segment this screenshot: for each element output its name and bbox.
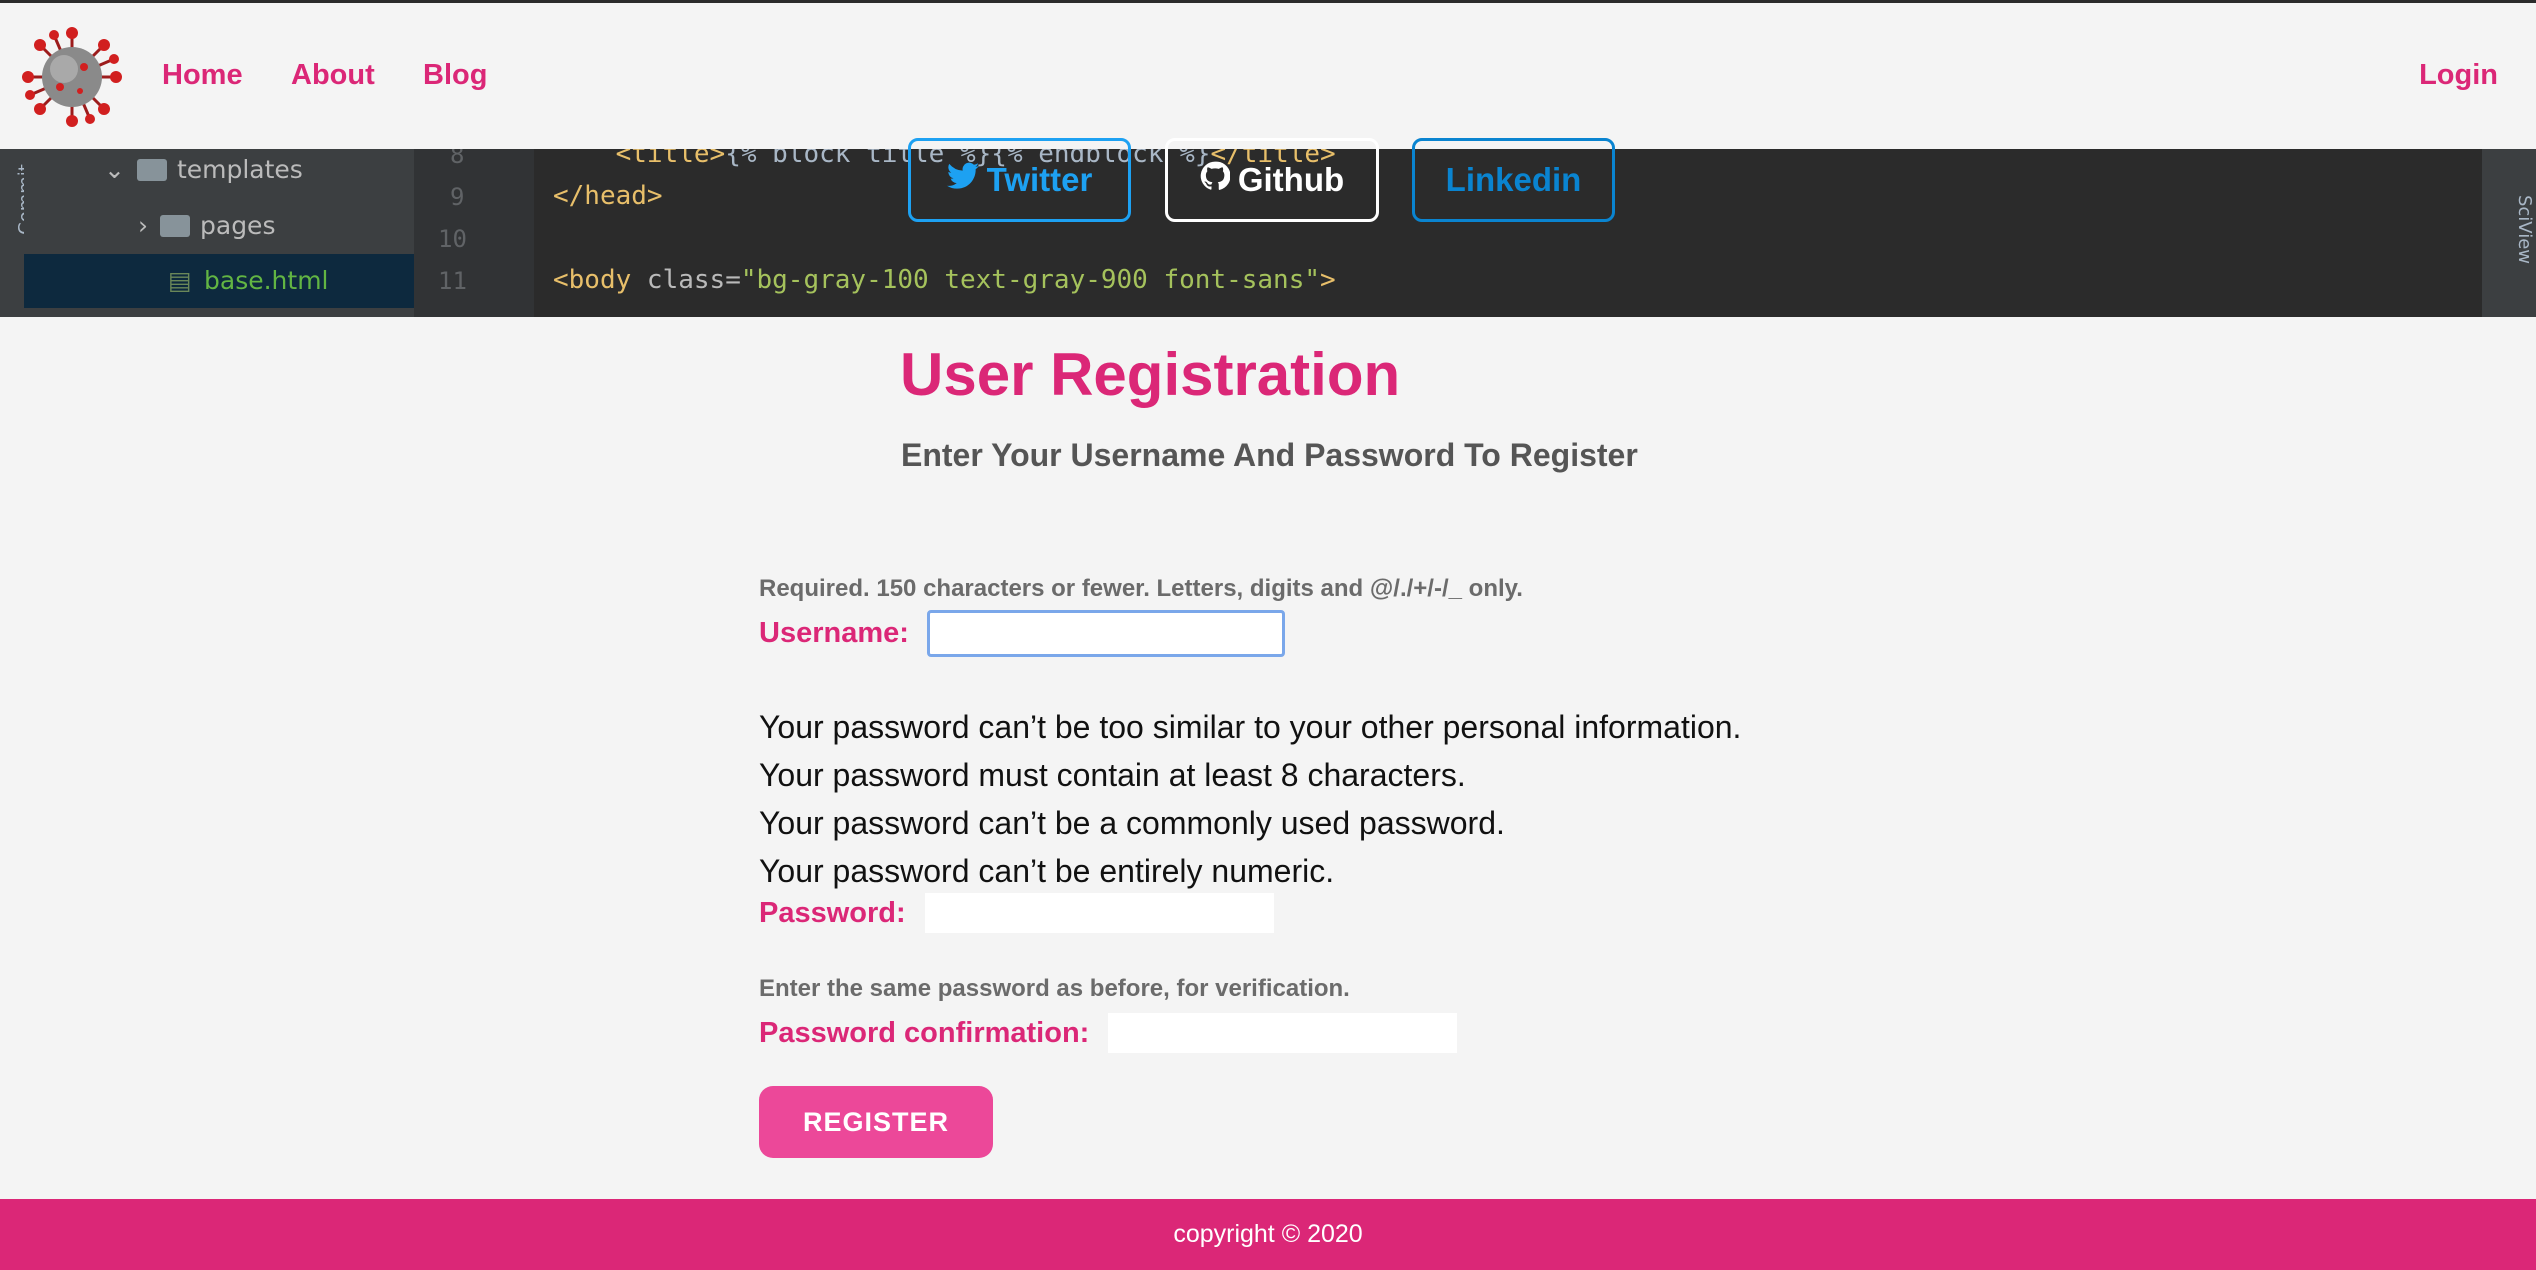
page-footer: copyright © 2020 [0,1199,2536,1270]
username-label: Username: [759,617,909,649]
nav-login-link[interactable]: Login [2419,59,2498,92]
twitter-button[interactable]: Twitter [908,138,1131,222]
password-input[interactable] [925,893,1274,933]
tree-item-templates: ⌄ templates [104,155,303,184]
nav-blog-link[interactable]: Blog [423,59,487,92]
password-confirm-input[interactable] [1108,1013,1457,1053]
tree-item-base-html: ▤ base.html [24,254,414,308]
username-input[interactable] [927,610,1285,657]
code-token: </head> [553,181,663,211]
copyright-text: copyright © 2020 [1173,1220,1363,1248]
password-rule: Your password can’t be too similar to yo… [759,709,1742,745]
tree-item-pages: › pages [138,211,275,240]
tree-item-label: base.html [204,266,329,295]
page-subtitle: Enter Your Username And Password To Regi… [901,437,1638,473]
github-button-label: Github [1237,161,1345,198]
twitter-button-label: Twitter [986,161,1093,198]
chevron-down-icon: ⌄ [104,155,125,184]
password-confirm-help-text: Enter the same password as before, for v… [759,975,1350,1002]
line-number: 9 [450,183,465,211]
password-confirm-label: Password confirmation: [759,1017,1090,1049]
ide-commit-strip: Commit [0,149,36,317]
nav-home-link[interactable]: Home [162,59,243,92]
twitter-bird-icon [946,162,979,198]
code-token: <title> [553,149,726,169]
code-line-9: </head> [553,181,663,211]
page-title: User Registration [900,341,1401,408]
line-number: 8 [450,149,465,169]
password-rule: Your password must contain at least 8 ch… [759,757,1466,793]
github-icon [1200,161,1231,199]
folder-icon [160,215,190,237]
tree-item-label: templates [176,155,303,184]
linkedin-button[interactable]: Linkedin [1412,138,1615,222]
folder-icon [136,159,167,181]
code-token: <body [553,265,647,295]
code-token: > [1320,265,1336,295]
chevron-right-icon: › [138,211,148,240]
password-rules-list: Your password can’t be too similar to yo… [759,703,1741,895]
linkedin-button-label: Linkedin [1445,161,1582,198]
top-navbar: Home About Blog Login [0,3,2536,149]
github-button[interactable]: Github [1165,138,1379,222]
nav-about-link[interactable]: About [291,59,375,92]
username-help-text: Required. 150 characters or fewer. Lette… [759,575,1523,602]
line-number: 10 [438,225,467,253]
register-button[interactable]: REGISTER [759,1086,993,1158]
line-number: 11 [438,267,467,295]
code-token: "bg-gray-100 text-gray-900 font-sans" [740,265,1321,295]
ide-sciview-strip: SciView [2482,149,2536,317]
ide-sciview-label: SciView [2514,194,2536,265]
ide-file-tree: ⌄ templates › pages ▤ base.html [24,149,414,317]
tree-item-label: pages [200,211,276,240]
html-file-icon: ▤ [168,266,192,295]
password-label: Password: [759,897,906,929]
code-token: class= [646,265,741,295]
password-rule: Your password can’t be a commonly used p… [759,805,1505,841]
virus-logo-icon[interactable] [20,25,124,129]
password-rule: Your password can’t be entirely numeric. [759,853,1335,889]
code-line-11: <body class="bg-gray-100 text-gray-900 f… [553,265,1336,295]
ide-gutter [414,149,534,317]
